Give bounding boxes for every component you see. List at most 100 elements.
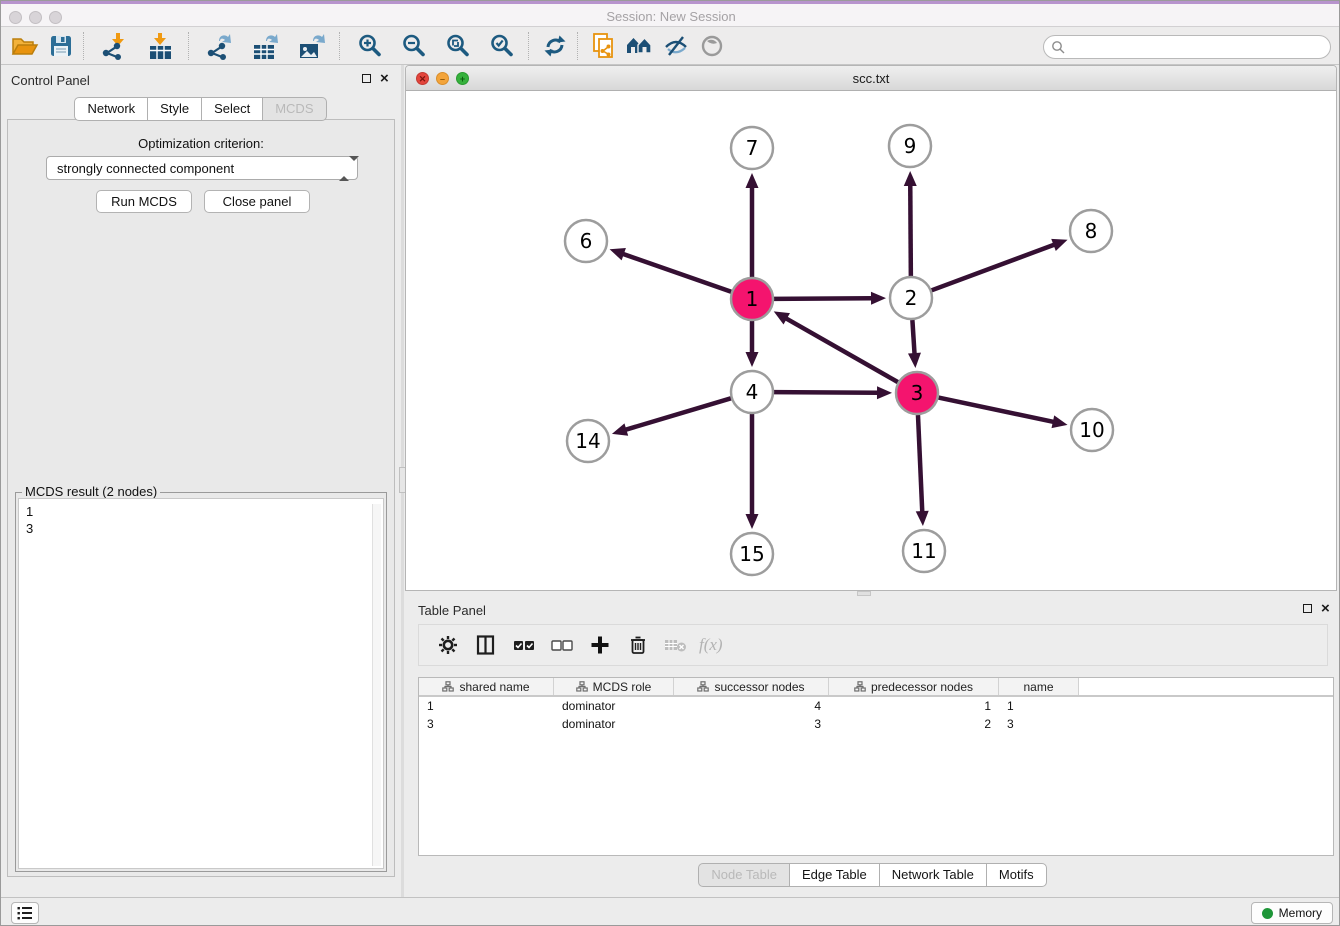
graph-edge-arrowhead <box>916 511 929 526</box>
column-tree-icon <box>697 681 709 692</box>
graph-edge-arrowhead <box>746 173 759 188</box>
mcds-result-group: MCDS result (2 nodes) 1 3 <box>15 492 387 872</box>
memory-label: Memory <box>1279 906 1322 920</box>
application-window: Session: New Session <box>0 0 1340 926</box>
zoom-out-icon[interactable] <box>392 31 436 61</box>
search-field[interactable] <box>1043 35 1331 59</box>
show-columns-icon[interactable] <box>471 632 501 658</box>
apply-layout-icon[interactable] <box>537 31 573 61</box>
graph-edge-1-6[interactable] <box>623 254 731 292</box>
tab-edge-table[interactable]: Edge Table <box>789 863 880 887</box>
add-column-icon[interactable] <box>585 632 615 658</box>
toolbar-separator <box>577 32 578 60</box>
table-toolbar: f(x) <box>418 624 1328 666</box>
new-network-from-selection-icon[interactable] <box>586 31 622 61</box>
zoom-fit-icon[interactable] <box>436 31 480 61</box>
column-tree-icon <box>576 681 588 692</box>
task-history-button[interactable] <box>11 902 39 924</box>
tab-node-table[interactable]: Node Table <box>698 863 790 887</box>
export-table-icon[interactable] <box>243 31 289 61</box>
export-network-icon[interactable] <box>197 31 243 61</box>
criterion-dropdown[interactable]: strongly connected component <box>46 156 358 180</box>
graph-edge-2-9[interactable] <box>910 185 911 276</box>
show-graphics-details-icon[interactable] <box>694 31 730 61</box>
table-header-row: shared name MCDS role successor nodes pr… <box>419 678 1333 697</box>
import-table-icon[interactable] <box>138 31 184 61</box>
table-panel-close-icon[interactable]: × <box>1321 604 1330 614</box>
memory-button[interactable]: Memory <box>1251 902 1333 924</box>
graph-edge-4-3[interactable] <box>774 392 878 393</box>
control-panel-float-icon[interactable] <box>362 74 371 83</box>
column-header-name[interactable]: name <box>999 678 1079 695</box>
cell-successor-nodes[interactable]: 3 <box>674 717 829 733</box>
graph-node-label: 8 <box>1085 219 1098 243</box>
tab-motifs[interactable]: Motifs <box>986 863 1047 887</box>
table-options-icon[interactable] <box>433 632 463 658</box>
graph-edge-2-3[interactable] <box>912 320 914 354</box>
graph-edge-3-10[interactable] <box>939 398 1054 422</box>
cell-mcds-role[interactable]: dominator <box>554 717 674 733</box>
table-row[interactable]: 3 dominator 3 2 3 <box>419 717 1333 733</box>
control-panel-close-icon[interactable]: × <box>380 74 389 84</box>
cell-name[interactable]: 3 <box>999 717 1079 733</box>
import-network-icon[interactable] <box>92 31 138 61</box>
table-panel-tabs: Node Table Edge Table Network Table Moti… <box>405 863 1340 887</box>
mcds-result-list[interactable]: 1 3 <box>18 498 384 869</box>
cell-shared-name[interactable]: 3 <box>419 717 554 733</box>
column-tree-icon <box>854 681 866 692</box>
show-all-networks-icon[interactable] <box>622 31 658 61</box>
table-panel-float-icon[interactable] <box>1303 604 1312 613</box>
run-mcds-button[interactable]: Run MCDS <box>96 190 192 213</box>
graph-node-label: 15 <box>739 542 764 566</box>
select-all-checkboxes-icon[interactable] <box>509 632 539 658</box>
clear-all-checkboxes-icon[interactable] <box>547 632 577 658</box>
vertical-splitter[interactable] <box>401 65 404 897</box>
column-label: name <box>1023 680 1053 694</box>
cell-predecessor-nodes[interactable]: 1 <box>829 699 999 715</box>
toolbar-separator <box>83 32 84 60</box>
table-row[interactable]: 1 dominator 4 1 1 <box>419 699 1333 715</box>
zoom-selected-icon[interactable] <box>480 31 524 61</box>
tab-network[interactable]: Network <box>74 97 148 121</box>
result-scrollbar[interactable] <box>372 504 381 866</box>
cell-predecessor-nodes[interactable]: 2 <box>829 717 999 733</box>
column-tree-icon <box>442 681 454 692</box>
open-session-icon[interactable] <box>7 31 43 61</box>
network-graph[interactable]: 7968124314101511 <box>406 91 1336 591</box>
graph-edge-arrowhead <box>1051 239 1067 251</box>
graph-edge-arrowhead <box>612 423 628 435</box>
cell-shared-name[interactable]: 1 <box>419 699 554 715</box>
mcds-result-item[interactable]: 3 <box>26 520 383 537</box>
network-canvas[interactable]: 7968124314101511 <box>406 91 1336 590</box>
column-label: successor nodes <box>714 680 804 694</box>
close-panel-button[interactable]: Close panel <box>204 190 310 213</box>
export-image-icon[interactable] <box>289 31 335 61</box>
tab-mcds[interactable]: MCDS <box>262 97 326 121</box>
graph-edge-2-8[interactable] <box>932 245 1055 291</box>
network-window-titlebar[interactable]: ✕ – + scc.txt <box>406 66 1336 91</box>
column-header-shared-name[interactable]: shared name <box>419 678 554 695</box>
save-session-icon[interactable] <box>43 31 79 61</box>
search-input[interactable] <box>1070 40 1330 54</box>
horizontal-splitter-grip[interactable] <box>857 591 871 596</box>
hide-selected-icon[interactable] <box>658 31 694 61</box>
column-header-predecessor-nodes[interactable]: predecessor nodes <box>829 678 999 695</box>
column-header-successor-nodes[interactable]: successor nodes <box>674 678 829 695</box>
cell-successor-nodes[interactable]: 4 <box>674 699 829 715</box>
mcds-result-item[interactable]: 1 <box>26 503 383 520</box>
graph-node-label: 4 <box>746 380 759 404</box>
tab-select[interactable]: Select <box>201 97 263 121</box>
cell-name[interactable]: 1 <box>999 699 1079 715</box>
graph-edge-4-14[interactable] <box>625 398 731 430</box>
graph-edge-3-11[interactable] <box>918 415 922 512</box>
tab-network-table[interactable]: Network Table <box>879 863 987 887</box>
graph-edge-arrowhead <box>871 292 886 305</box>
graph-edge-3-1[interactable] <box>786 318 898 382</box>
graph-edge-1-2[interactable] <box>774 298 872 299</box>
cell-mcds-role[interactable]: dominator <box>554 699 674 715</box>
column-header-mcds-role[interactable]: MCDS role <box>554 678 674 695</box>
delete-column-icon[interactable] <box>623 632 653 658</box>
tab-style[interactable]: Style <box>147 97 202 121</box>
zoom-in-icon[interactable] <box>348 31 392 61</box>
control-panel: Control Panel × Network Style Select MCD… <box>1 65 401 881</box>
